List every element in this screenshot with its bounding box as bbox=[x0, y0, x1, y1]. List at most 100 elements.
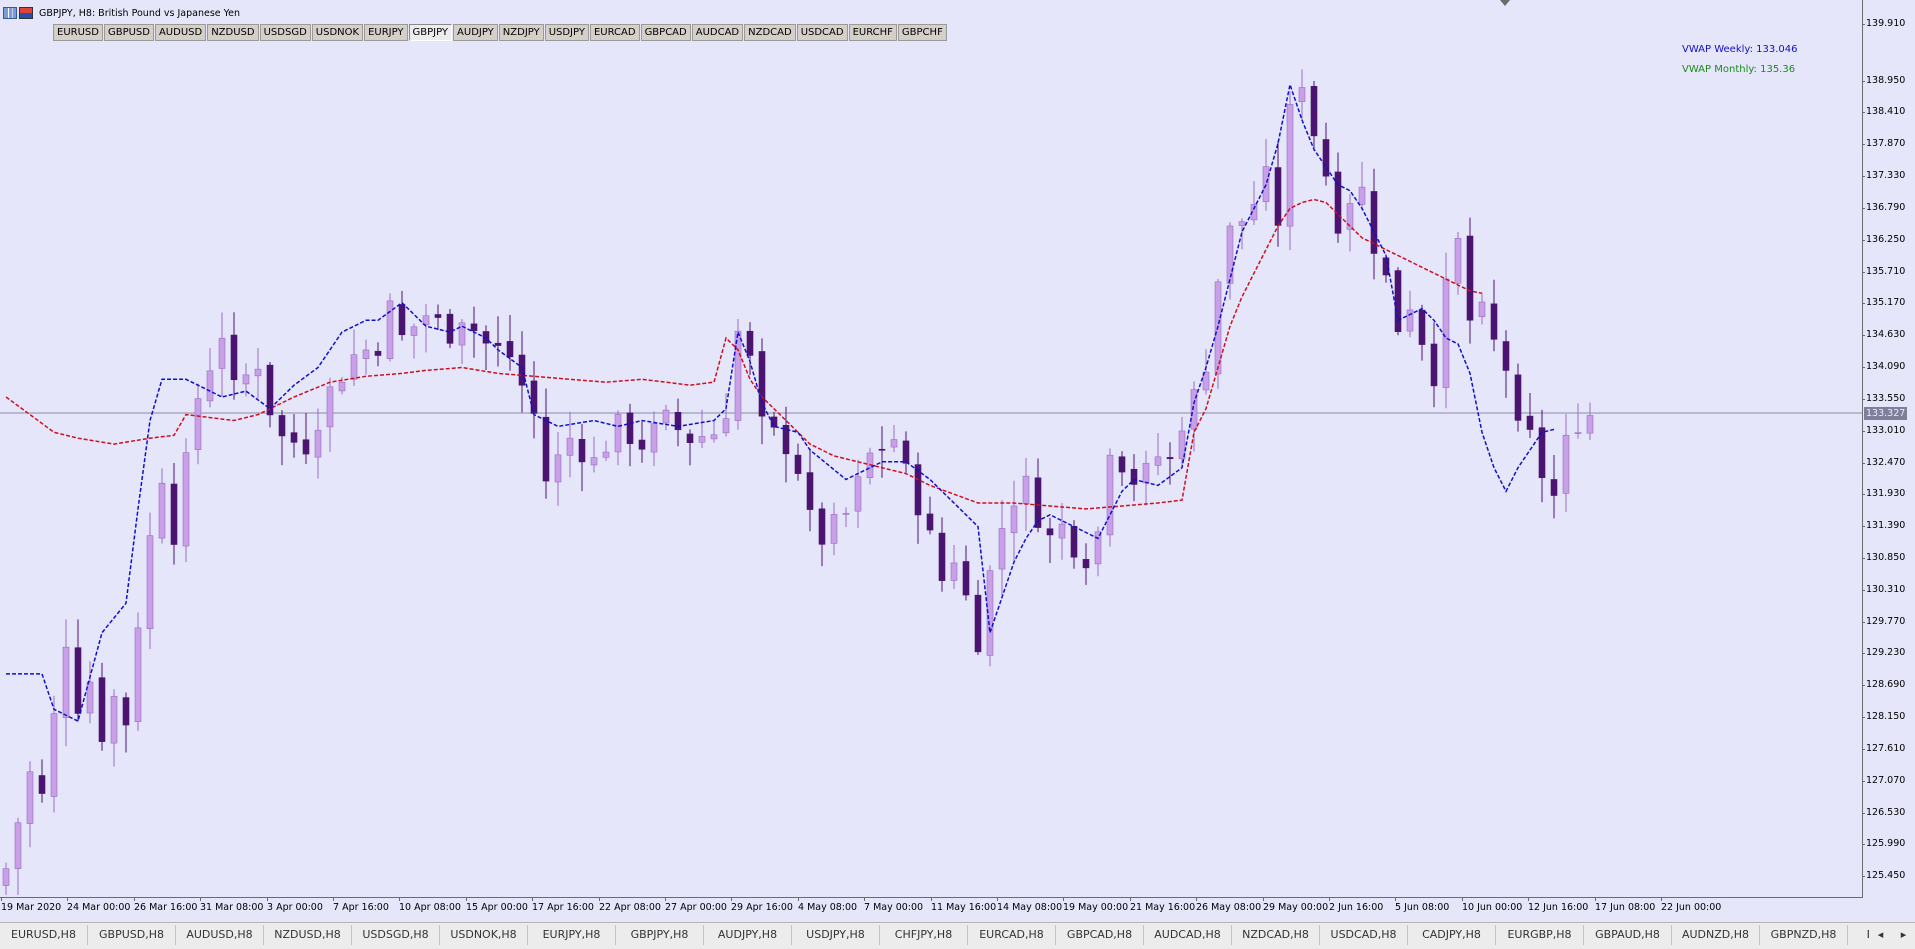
symbol-button-gbpusd[interactable]: GBPUSD bbox=[103, 24, 154, 41]
candle-body bbox=[218, 337, 226, 369]
price-tick-label: 134.630 bbox=[1861, 329, 1906, 341]
symbol-button-audjpy[interactable]: AUDJPY bbox=[453, 24, 498, 41]
chart-tab[interactable]: EURJPY,H8 bbox=[528, 925, 616, 945]
time-tick-label: 19 Mar 2020 bbox=[1, 897, 62, 913]
tab-scroll-right-icon[interactable]: ▸ bbox=[1892, 925, 1915, 945]
candle-body bbox=[374, 350, 382, 356]
symbol-button-nzdcad[interactable]: NZDCAD bbox=[744, 24, 796, 41]
symbol-button-usdnok[interactable]: USDNOK bbox=[311, 24, 364, 41]
time-tick-label: 19 May 00:00 bbox=[1063, 897, 1129, 913]
chart-tab[interactable]: NZDCAD,H8 bbox=[1232, 925, 1320, 945]
chart-title-bar: GBPJPY, H8: British Pound vs Japanese Ye… bbox=[3, 6, 240, 20]
candle-body bbox=[122, 697, 130, 726]
price-tick-label: 136.790 bbox=[1861, 201, 1906, 213]
symbol-button-eurusd[interactable]: EURUSD bbox=[53, 24, 103, 41]
chart-tab[interactable]: AUDCAD,H8 bbox=[1144, 925, 1232, 945]
symbol-button-eurchf[interactable]: EURCHF bbox=[848, 24, 897, 41]
candle-body bbox=[902, 440, 910, 464]
price-tick-label: 129.230 bbox=[1861, 647, 1906, 659]
chart-tab[interactable]: EURUSD,H8 bbox=[0, 925, 88, 945]
symbol-button-nzdjpy[interactable]: NZDJPY bbox=[498, 24, 544, 41]
candle-body bbox=[554, 454, 562, 483]
candle-body bbox=[794, 454, 802, 474]
chart-tab[interactable]: GBPAUD,H8 bbox=[1584, 925, 1672, 945]
candle-body bbox=[962, 561, 970, 596]
price-tick-label: 131.390 bbox=[1861, 520, 1906, 532]
candle-body bbox=[710, 434, 718, 440]
symbol-button-gbpcad[interactable]: GBPCAD bbox=[640, 24, 691, 41]
time-tick-label: 15 Apr 00:00 bbox=[466, 897, 528, 913]
candle-body bbox=[1574, 432, 1582, 434]
candle-body bbox=[938, 532, 946, 581]
candle-body bbox=[662, 409, 670, 424]
candle-body bbox=[182, 452, 190, 547]
chart-window[interactable]: GBPJPY, H8: British Pound vs Japanese Ye… bbox=[0, 0, 1915, 949]
chart-tab[interactable]: EURCAD,H8 bbox=[968, 925, 1056, 945]
candle-body bbox=[878, 448, 886, 451]
tab-scroll-left-icon[interactable]: ◂ bbox=[1869, 925, 1892, 945]
chart-tab[interactable]: USDNOK,H8 bbox=[440, 925, 528, 945]
candle-body bbox=[1430, 343, 1438, 387]
time-tick-label: 26 Mar 16:00 bbox=[134, 897, 198, 913]
chart-list-icon bbox=[3, 7, 17, 19]
chart-tab[interactable]: USDSGD,H8 bbox=[352, 925, 440, 945]
chart-tab[interactable]: AUDUSD,H8 bbox=[176, 925, 264, 945]
symbol-button-audusd[interactable]: AUDUSD bbox=[154, 24, 207, 41]
symbol-button-gbpjpy[interactable]: GBPJPY bbox=[408, 24, 453, 41]
candle-body bbox=[278, 415, 286, 437]
candle-body bbox=[1490, 303, 1498, 340]
symbol-button-gbpchf[interactable]: GBPCHF bbox=[897, 24, 947, 41]
symbol-button-usdjpy[interactable]: USDJPY bbox=[544, 24, 589, 41]
symbol-button-audcad[interactable]: AUDCAD bbox=[691, 24, 744, 41]
candle-body bbox=[890, 439, 898, 448]
time-tick-label: 3 Apr 00:00 bbox=[267, 897, 323, 913]
candle-body bbox=[566, 437, 574, 456]
candle-body bbox=[578, 439, 586, 463]
chart-tab[interactable]: CHFJPY,H8 bbox=[880, 925, 968, 945]
candle-body bbox=[362, 349, 370, 359]
price-tick-label: 135.170 bbox=[1861, 297, 1906, 309]
symbol-button-eurjpy[interactable]: EURJPY bbox=[364, 24, 408, 41]
candle-body bbox=[1262, 166, 1270, 203]
chart-tab[interactable]: AUDNZD,H8 bbox=[1672, 925, 1760, 945]
price-tick-label: 128.150 bbox=[1861, 711, 1906, 723]
chart-tab-bar: EURUSD,H8 GBPUSD,H8 AUDUSD,H8 NZDUSD,H8 USDS… bbox=[0, 922, 1915, 949]
price-tick-label: 138.410 bbox=[1861, 106, 1906, 118]
candle-body bbox=[1226, 225, 1234, 284]
candle-body bbox=[1118, 456, 1126, 473]
time-axis[interactable]: 19 Mar 2020 24 Mar 00:00 26 Mar 16:00 31 Ma… bbox=[0, 897, 1863, 920]
chart-shift-marker-icon[interactable] bbox=[1500, 0, 1510, 6]
candle-body bbox=[818, 508, 826, 545]
chart-tab[interactable]: CADJPY,H8 bbox=[1408, 925, 1496, 945]
candle-body bbox=[446, 313, 454, 344]
candle-body bbox=[746, 330, 754, 356]
chart-tab[interactable]: GBPJPY,H8 bbox=[616, 925, 704, 945]
chart-tab[interactable]: USDJPY,H8 bbox=[792, 925, 880, 945]
tab-scroll-arrows: ◂ ▸ bbox=[1869, 925, 1915, 945]
price-axis[interactable]: 139.910 138.950 138.410 137.870 137.330 136.7… bbox=[1861, 0, 1915, 898]
time-tick-label: 7 May 00:00 bbox=[864, 897, 924, 913]
chart-tab[interactable]: GBPCAD,H8 bbox=[1056, 925, 1144, 945]
chart-tab[interactable]: USDCAD,H8 bbox=[1320, 925, 1408, 945]
candle-body bbox=[1274, 167, 1282, 226]
symbol-button-eurcad[interactable]: EURCAD bbox=[589, 24, 640, 41]
chart-tab[interactable]: GBPNZD,H8 bbox=[1760, 925, 1848, 945]
vwap-weekly-line bbox=[6, 81, 1555, 723]
price-chart[interactable] bbox=[0, 0, 1863, 898]
candle-body bbox=[1022, 475, 1030, 505]
candle-body bbox=[1238, 221, 1246, 226]
time-tick-label: 27 Apr 00:00 bbox=[665, 897, 727, 913]
candle-body bbox=[26, 771, 34, 824]
chart-tab[interactable]: AUDJPY,H8 bbox=[704, 925, 792, 945]
symbol-button-usdsgd[interactable]: USDSGD bbox=[259, 24, 311, 41]
candle-body bbox=[206, 370, 214, 402]
symbol-button-nzdusd[interactable]: NZDUSD bbox=[207, 24, 259, 41]
candle-body bbox=[614, 413, 622, 453]
symbol-button-usdcad[interactable]: USDCAD bbox=[796, 24, 848, 41]
chart-tab[interactable]: GBPUSD,H8 bbox=[88, 925, 176, 945]
price-tick-label: 136.250 bbox=[1861, 233, 1906, 245]
candle-body bbox=[470, 323, 478, 332]
candle-body bbox=[74, 647, 82, 714]
chart-tab[interactable]: EURGBP,H8 bbox=[1496, 925, 1584, 945]
chart-tab[interactable]: NZDUSD,H8 bbox=[264, 925, 352, 945]
